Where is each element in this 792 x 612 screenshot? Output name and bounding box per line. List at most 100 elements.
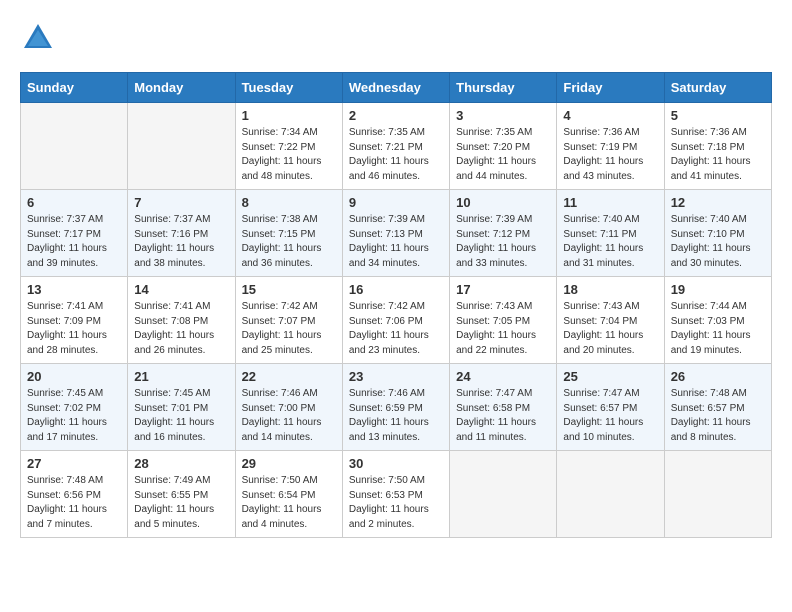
- day-info: Sunrise: 7:45 AMSunset: 7:01 PMDaylight:…: [134, 387, 228, 445]
- calendar-cell: 26 Sunrise: 7:48 AMSunset: 6:57 PMDayligh…: [664, 364, 771, 451]
- day-number: 10: [456, 195, 550, 210]
- day-number: 14: [134, 282, 228, 297]
- weekday-header: Monday: [128, 73, 235, 103]
- calendar-cell: 3Sunrise: 7:35 AMSunset: 7:20 PMDaylight…: [450, 103, 557, 190]
- day-info: Sunrise: 7:42 AMSunset: 7:06 PMDaylight:…: [349, 300, 443, 358]
- day-number: 28: [134, 456, 228, 471]
- day-number: 24: [456, 369, 550, 384]
- day-info: Sunrise: 7:44 AMSunset: 7:03 PMDaylight:…: [671, 300, 765, 358]
- calendar-cell: 20Sunrise: 7:45 AMSunset: 7:02 PMDayligh…: [21, 364, 128, 451]
- day-info: Sunrise: 7:37 AMSunset: 7:17 PMDaylight:…: [27, 213, 121, 271]
- day-info: Sunrise: 7:39 AMSunset: 7:13 PMDaylight:…: [349, 213, 443, 271]
- day-number: 19: [671, 282, 765, 297]
- day-number: 12: [671, 195, 765, 210]
- calendar-cell: 15 Sunrise: 7:42 AMSunset: 7:07 PMDayligh…: [235, 277, 342, 364]
- day-number: 1: [242, 108, 336, 123]
- day-info: Sunrise: 7:45 AMSunset: 7:02 PMDaylight:…: [27, 387, 121, 445]
- day-info: Sunrise: 7:42 AMSunset: 7:07 PMDaylight:…: [242, 300, 336, 358]
- day-info: Sunrise: 7:49 AMSunset: 6:55 PMDaylight:…: [134, 474, 228, 532]
- day-info: Sunrise: 7:40 AMSunset: 7:11 PMDaylight:…: [563, 213, 657, 271]
- day-info: Sunrise: 7:46 AMSunset: 7:00 PMDaylight:…: [242, 387, 336, 445]
- calendar-cell: 16 Sunrise: 7:42 AMSunset: 7:06 PMDayligh…: [342, 277, 449, 364]
- calendar-table: SundayMondayTuesdayWednesdayThursdayFrid…: [20, 72, 772, 538]
- page-header: [20, 20, 772, 56]
- calendar-cell: 18Sunrise: 7:43 AMSunset: 7:04 PMDayligh…: [557, 277, 664, 364]
- calendar-cell: 27 Sunrise: 7:48 AMSunset: 6:56 PMDayligh…: [21, 451, 128, 538]
- calendar-cell: [664, 451, 771, 538]
- day-info: Sunrise: 7:34 AMSunset: 7:22 PMDaylight:…: [242, 126, 336, 184]
- calendar-cell: 4 Sunrise: 7:36 AMSunset: 7:19 PMDaylight…: [557, 103, 664, 190]
- day-number: 22: [242, 369, 336, 384]
- calendar-cell: 29 Sunrise: 7:50 AMSunset: 6:54 PMDayligh…: [235, 451, 342, 538]
- calendar-cell: [21, 103, 128, 190]
- logo-icon: [20, 20, 56, 56]
- day-number: 16: [349, 282, 443, 297]
- day-info: Sunrise: 7:48 AMSunset: 6:57 PMDaylight:…: [671, 387, 765, 445]
- day-info: Sunrise: 7:50 AMSunset: 6:53 PMDaylight:…: [349, 474, 443, 532]
- weekday-header: Tuesday: [235, 73, 342, 103]
- day-number: 6: [27, 195, 121, 210]
- day-number: 2: [349, 108, 443, 123]
- calendar-cell: 6 Sunrise: 7:37 AMSunset: 7:17 PMDaylight…: [21, 190, 128, 277]
- day-info: Sunrise: 7:35 AMSunset: 7:20 PMDaylight:…: [456, 126, 550, 184]
- day-number: 29: [242, 456, 336, 471]
- calendar-week-row: 13 Sunrise: 7:41 AMSunset: 7:09 PMDayligh…: [21, 277, 772, 364]
- day-info: Sunrise: 7:50 AMSunset: 6:54 PMDaylight:…: [242, 474, 336, 532]
- calendar-cell: 7 Sunrise: 7:37 AMSunset: 7:16 PMDaylight…: [128, 190, 235, 277]
- weekday-header: Wednesday: [342, 73, 449, 103]
- calendar-cell: [557, 451, 664, 538]
- calendar-cell: 25Sunrise: 7:47 AMSunset: 6:57 PMDayligh…: [557, 364, 664, 451]
- calendar-cell: 22 Sunrise: 7:46 AMSunset: 7:00 PMDayligh…: [235, 364, 342, 451]
- calendar-cell: 28 Sunrise: 7:49 AMSunset: 6:55 PMDayligh…: [128, 451, 235, 538]
- day-info: Sunrise: 7:37 AMSunset: 7:16 PMDaylight:…: [134, 213, 228, 271]
- calendar-cell: 30 Sunrise: 7:50 AMSunset: 6:53 PMDayligh…: [342, 451, 449, 538]
- day-info: Sunrise: 7:48 AMSunset: 6:56 PMDaylight:…: [27, 474, 121, 532]
- weekday-header: Saturday: [664, 73, 771, 103]
- weekday-header: Friday: [557, 73, 664, 103]
- calendar-cell: 13 Sunrise: 7:41 AMSunset: 7:09 PMDayligh…: [21, 277, 128, 364]
- day-number: 13: [27, 282, 121, 297]
- day-number: 26: [671, 369, 765, 384]
- day-number: 11: [563, 195, 657, 210]
- calendar-header-row: SundayMondayTuesdayWednesdayThursdayFrid…: [21, 73, 772, 103]
- day-number: 30: [349, 456, 443, 471]
- calendar-cell: 11 Sunrise: 7:40 AMSunset: 7:11 PMDayligh…: [557, 190, 664, 277]
- day-number: 15: [242, 282, 336, 297]
- calendar-week-row: 1 Sunrise: 7:34 AMSunset: 7:22 PMDaylight…: [21, 103, 772, 190]
- day-info: Sunrise: 7:36 AMSunset: 7:18 PMDaylight:…: [671, 126, 765, 184]
- day-info: Sunrise: 7:36 AMSunset: 7:19 PMDaylight:…: [563, 126, 657, 184]
- calendar-cell: 9Sunrise: 7:39 AMSunset: 7:13 PMDaylight…: [342, 190, 449, 277]
- calendar-cell: 23 Sunrise: 7:46 AMSunset: 6:59 PMDayligh…: [342, 364, 449, 451]
- weekday-header: Sunday: [21, 73, 128, 103]
- calendar-cell: 10 Sunrise: 7:39 AMSunset: 7:12 PMDayligh…: [450, 190, 557, 277]
- calendar-cell: [450, 451, 557, 538]
- calendar-cell: 1 Sunrise: 7:34 AMSunset: 7:22 PMDaylight…: [235, 103, 342, 190]
- calendar-cell: [128, 103, 235, 190]
- calendar-week-row: 20Sunrise: 7:45 AMSunset: 7:02 PMDayligh…: [21, 364, 772, 451]
- day-info: Sunrise: 7:43 AMSunset: 7:04 PMDaylight:…: [563, 300, 657, 358]
- calendar-cell: 14 Sunrise: 7:41 AMSunset: 7:08 PMDayligh…: [128, 277, 235, 364]
- day-number: 8: [242, 195, 336, 210]
- day-info: Sunrise: 7:38 AMSunset: 7:15 PMDaylight:…: [242, 213, 336, 271]
- day-info: Sunrise: 7:39 AMSunset: 7:12 PMDaylight:…: [456, 213, 550, 271]
- day-info: Sunrise: 7:41 AMSunset: 7:09 PMDaylight:…: [27, 300, 121, 358]
- calendar-cell: 24Sunrise: 7:47 AMSunset: 6:58 PMDayligh…: [450, 364, 557, 451]
- day-number: 7: [134, 195, 228, 210]
- day-info: Sunrise: 7:35 AMSunset: 7:21 PMDaylight:…: [349, 126, 443, 184]
- day-number: 5: [671, 108, 765, 123]
- day-number: 23: [349, 369, 443, 384]
- day-number: 4: [563, 108, 657, 123]
- day-info: Sunrise: 7:40 AMSunset: 7:10 PMDaylight:…: [671, 213, 765, 271]
- calendar-cell: 19 Sunrise: 7:44 AMSunset: 7:03 PMDayligh…: [664, 277, 771, 364]
- day-info: Sunrise: 7:46 AMSunset: 6:59 PMDaylight:…: [349, 387, 443, 445]
- day-info: Sunrise: 7:43 AMSunset: 7:05 PMDaylight:…: [456, 300, 550, 358]
- calendar-cell: 5 Sunrise: 7:36 AMSunset: 7:18 PMDaylight…: [664, 103, 771, 190]
- day-info: Sunrise: 7:41 AMSunset: 7:08 PMDaylight:…: [134, 300, 228, 358]
- day-number: 17: [456, 282, 550, 297]
- calendar-cell: 21Sunrise: 7:45 AMSunset: 7:01 PMDayligh…: [128, 364, 235, 451]
- logo: [20, 20, 62, 56]
- calendar-cell: 8 Sunrise: 7:38 AMSunset: 7:15 PMDaylight…: [235, 190, 342, 277]
- calendar-cell: 12 Sunrise: 7:40 AMSunset: 7:10 PMDayligh…: [664, 190, 771, 277]
- day-number: 27: [27, 456, 121, 471]
- calendar-week-row: 6 Sunrise: 7:37 AMSunset: 7:17 PMDaylight…: [21, 190, 772, 277]
